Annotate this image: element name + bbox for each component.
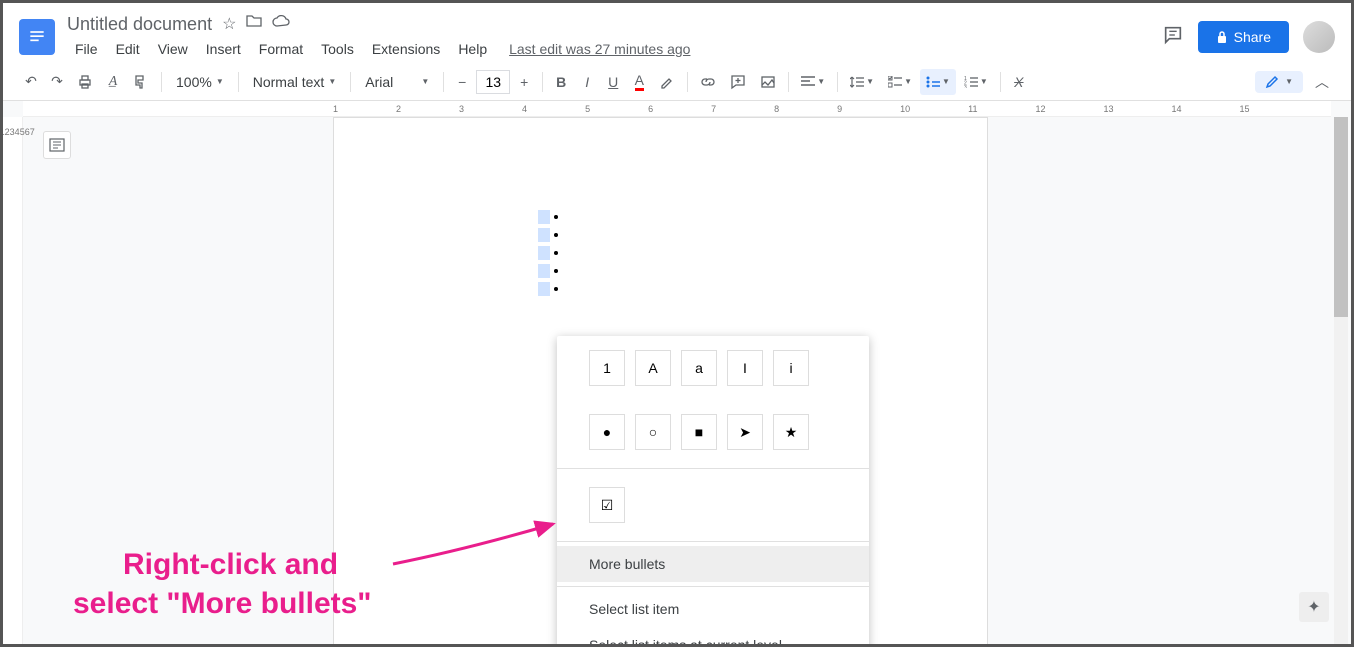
underline-button[interactable]: U — [601, 69, 625, 95]
font-size-decrease[interactable]: − — [450, 69, 474, 95]
preset-square[interactable]: ■ — [681, 414, 717, 450]
scroll-thumb[interactable] — [1334, 117, 1348, 317]
horizontal-ruler[interactable]: 123456789101112131415 — [23, 101, 1331, 117]
vertical-scrollbar[interactable] — [1334, 117, 1348, 644]
zoom-select[interactable]: 100%▼ — [168, 70, 232, 94]
select-list-item[interactable]: Select list item — [557, 591, 869, 627]
toolbar: ↶ ↷ A̲ 100%▼ Normal text▼ Arial▼ − + B I… — [3, 63, 1351, 101]
italic-button[interactable]: I — [575, 69, 599, 95]
bold-button[interactable]: B — [549, 69, 573, 95]
canvas: 123456789101112131415 211234567 1 A a I … — [3, 101, 1351, 644]
insert-link-button[interactable] — [694, 69, 722, 95]
print-button[interactable] — [71, 69, 99, 95]
list-options-context-menu: 1 A a I i ● ○ ■ ➤ ★ ☑ More bullets Selec… — [557, 336, 869, 644]
star-icon[interactable]: ☆ — [222, 14, 236, 34]
move-icon[interactable] — [246, 14, 262, 34]
docs-logo-icon[interactable] — [19, 19, 55, 55]
numbered-list-button[interactable]: 123▼ — [958, 69, 994, 95]
menu-insert[interactable]: Insert — [198, 37, 249, 61]
user-avatar[interactable] — [1303, 21, 1335, 53]
document-title[interactable]: Untitled document — [67, 14, 212, 35]
cloud-status-icon[interactable] — [272, 14, 290, 34]
checklist-button[interactable]: ▼ — [882, 69, 918, 95]
spellcheck-button[interactable]: A̲ — [101, 69, 125, 95]
pencil-icon — [1265, 75, 1279, 89]
share-button[interactable]: Share — [1198, 21, 1289, 53]
menu-view[interactable]: View — [150, 37, 196, 61]
menu-separator — [557, 468, 869, 469]
numbering-presets-row: 1 A a I i — [557, 336, 869, 400]
more-bullets-item[interactable]: More bullets — [557, 546, 869, 582]
menu-extensions[interactable]: Extensions — [364, 37, 448, 61]
menu-bar: File Edit View Insert Format Tools Exten… — [67, 37, 1162, 61]
comments-icon[interactable] — [1162, 24, 1184, 51]
style-select[interactable]: Normal text▼ — [245, 70, 345, 94]
preset-upper-alpha[interactable]: A — [635, 350, 671, 386]
insert-image-button[interactable] — [754, 69, 782, 95]
highlight-button[interactable] — [653, 69, 681, 95]
menu-help[interactable]: Help — [450, 37, 495, 61]
select-list-items-level[interactable]: Select list items at current level — [557, 627, 869, 644]
bulleted-list-selection — [538, 208, 558, 298]
menu-file[interactable]: File — [67, 37, 106, 61]
menu-tools[interactable]: Tools — [313, 37, 362, 61]
preset-lower-roman[interactable]: i — [773, 350, 809, 386]
preset-arrow[interactable]: ➤ — [727, 414, 763, 450]
lock-icon — [1216, 30, 1228, 44]
preset-numeric[interactable]: 1 — [589, 350, 625, 386]
explore-button[interactable]: ✦ — [1299, 592, 1329, 622]
clear-formatting-button[interactable]: X — [1007, 69, 1031, 95]
preset-disc[interactable]: ● — [589, 414, 625, 450]
bulleted-list-button[interactable]: ▼ — [920, 69, 956, 95]
menu-separator — [557, 541, 869, 542]
collapse-toolbar-button[interactable]: ︿ — [1309, 69, 1335, 95]
document-outline-button[interactable] — [43, 131, 71, 159]
line-spacing-button[interactable]: ▼ — [844, 69, 880, 95]
share-label: Share — [1234, 29, 1271, 45]
font-select[interactable]: Arial▼ — [357, 70, 437, 94]
svg-text:3: 3 — [964, 85, 967, 88]
annotation-arrow — [388, 519, 578, 579]
preset-lower-alpha[interactable]: a — [681, 350, 717, 386]
text-color-button[interactable]: A — [627, 69, 651, 95]
bullet-presets-row: ● ○ ■ ➤ ★ — [557, 400, 869, 464]
last-edit-link[interactable]: Last edit was 27 minutes ago — [509, 41, 690, 57]
preset-star[interactable]: ★ — [773, 414, 809, 450]
align-button[interactable]: ▼ — [795, 69, 831, 95]
redo-button[interactable]: ↷ — [45, 69, 69, 95]
menu-separator — [557, 586, 869, 587]
preset-upper-roman[interactable]: I — [727, 350, 763, 386]
font-size-increase[interactable]: + — [512, 69, 536, 95]
editing-mode-button[interactable]: ▼ — [1255, 71, 1303, 93]
menu-edit[interactable]: Edit — [108, 37, 148, 61]
checkbox-presets-row: ☑ — [557, 473, 869, 537]
add-comment-button[interactable] — [724, 69, 752, 95]
header: Untitled document ☆ File Edit View Inser… — [3, 3, 1351, 63]
title-area: Untitled document ☆ File Edit View Inser… — [67, 14, 1162, 61]
paint-format-button[interactable] — [127, 69, 155, 95]
vertical-ruler[interactable]: 211234567 — [3, 117, 23, 644]
preset-checkbox[interactable]: ☑ — [589, 487, 625, 523]
font-size-input[interactable] — [476, 70, 510, 94]
preset-circle[interactable]: ○ — [635, 414, 671, 450]
annotation-text: Right-click and select "More bullets" — [73, 545, 372, 623]
undo-button[interactable]: ↶ — [19, 69, 43, 95]
menu-format[interactable]: Format — [251, 37, 311, 61]
